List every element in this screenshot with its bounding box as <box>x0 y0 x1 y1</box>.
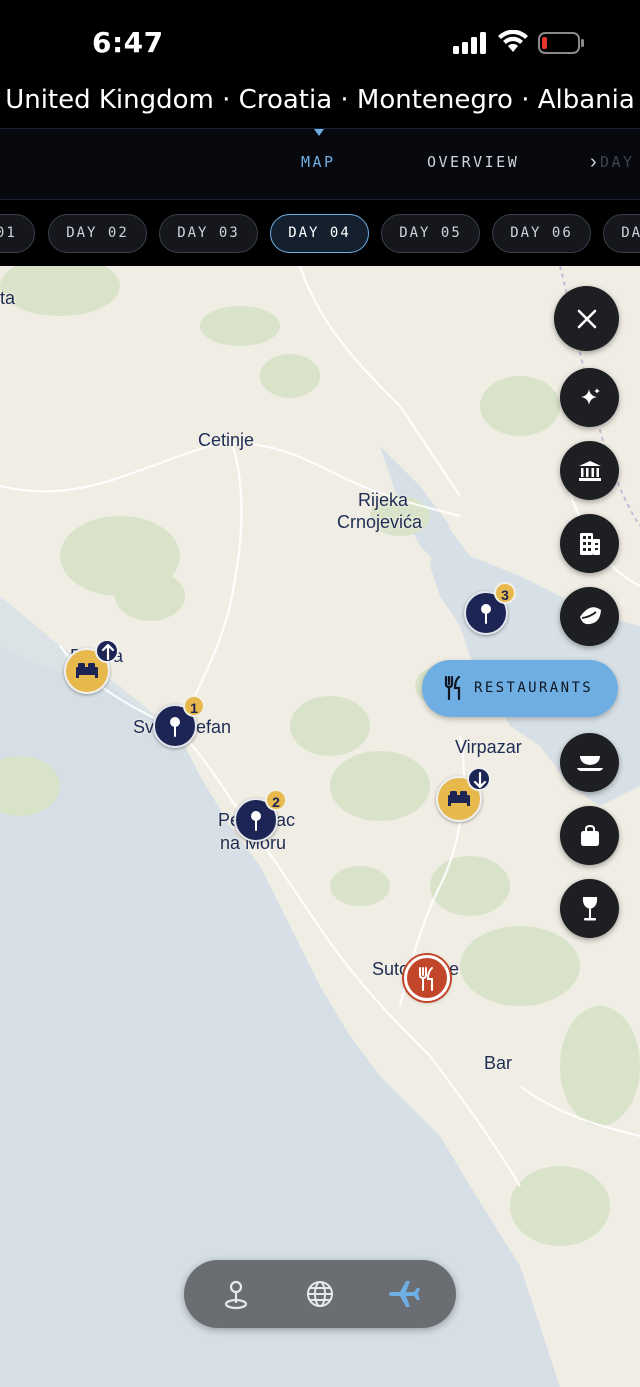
place-label-sutomore-b: e <box>449 959 460 979</box>
airplane-icon <box>389 1281 420 1307</box>
place-label-cetinje: Cetinje <box>198 430 255 450</box>
nav-flights-button[interactable] <box>384 1274 424 1314</box>
place-label-ta: ta <box>0 288 16 308</box>
stop-number-badge-1: 1 <box>183 695 205 717</box>
place-label-rijeka: Rijeka <box>358 490 409 510</box>
chevron-right-icon[interactable]: › <box>590 151 597 174</box>
day-selector: DAY 01 DAY 02 DAY 03 DAY 04 DAY 05 DAY 0… <box>0 200 640 266</box>
restaurant-marker[interactable] <box>404 955 450 1001</box>
day-pill-03[interactable]: DAY 03 <box>159 214 258 253</box>
globe-icon <box>307 1281 333 1307</box>
filter-nature-button[interactable] <box>560 587 619 646</box>
arrow-up-icon <box>95 639 119 663</box>
filter-shopping-button[interactable] <box>560 806 619 865</box>
museum-icon <box>578 460 601 481</box>
battery-icon <box>538 32 584 54</box>
status-time: 6:47 <box>92 26 164 59</box>
day-pill-06[interactable]: DAY 06 <box>492 214 591 253</box>
day-pill-04[interactable]: DAY 04 <box>270 214 369 253</box>
arrow-down-icon <box>467 767 491 791</box>
filter-restaurants-button[interactable]: RESTAURANTS <box>422 660 618 717</box>
location-pin-icon <box>481 604 491 624</box>
fork-knife-icon <box>419 967 433 991</box>
place-label-sveti-b: efan <box>196 717 232 737</box>
filter-museums-button[interactable] <box>560 441 619 500</box>
location-pin-icon <box>224 1280 248 1310</box>
shopping-bag-icon <box>580 824 599 846</box>
place-label-bar: Bar <box>484 1053 513 1073</box>
bed-icon <box>448 791 470 806</box>
day-pill-07[interactable]: DAY 07 <box>603 214 640 253</box>
location-pin-icon <box>170 717 180 737</box>
bottom-navigation <box>184 1260 456 1328</box>
tab-active-indicator <box>314 129 324 136</box>
trip-title: United Kingdom · Croatia · Montenegro · … <box>5 85 635 115</box>
filter-wine-button[interactable] <box>560 879 619 938</box>
cellular-signal-icon <box>453 32 486 54</box>
place-label-virpazar: Virpazar <box>455 737 522 757</box>
nav-location-button[interactable] <box>216 1274 256 1314</box>
status-bar: 6:47 <box>0 0 640 80</box>
sparkle-icon <box>580 387 600 405</box>
stop-number-badge-3: 3 <box>494 582 516 604</box>
filter-hotels-button[interactable] <box>560 514 619 573</box>
day-pill-02[interactable]: DAY 02 <box>48 214 147 253</box>
filter-restaurants-label: RESTAURANTS <box>474 680 594 696</box>
day-pill-05[interactable]: DAY 05 <box>381 214 480 253</box>
filter-cafes-button[interactable] <box>560 733 619 792</box>
place-label-sveti-a: Sv <box>133 717 155 737</box>
bed-icon <box>76 663 98 678</box>
tab-map[interactable]: MAP <box>301 153 336 171</box>
map-base-layer <box>0 266 640 1387</box>
place-label-petrovac-b: ac <box>276 810 296 830</box>
place-label-crnojevica: Crnojevića <box>337 512 423 532</box>
close-filters-button[interactable] <box>554 286 619 351</box>
fork-knife-icon <box>444 676 461 700</box>
day-pill-01[interactable]: DAY 01 <box>0 214 35 253</box>
building-icon <box>579 532 600 555</box>
tab-day[interactable]: DAY <box>600 153 635 171</box>
filter-highlights-button[interactable] <box>560 368 619 427</box>
wifi-icon <box>498 30 528 52</box>
map-view[interactable]: ta Cetinje Rijeka Crnojevića Virpazar Sv… <box>0 266 640 1387</box>
wine-glass-icon <box>582 896 597 920</box>
coffee-cup-icon <box>576 755 603 771</box>
tab-overview[interactable]: OVERVIEW <box>427 153 519 171</box>
leaf-icon <box>579 606 601 624</box>
location-pin-icon <box>251 811 261 831</box>
tab-bar: MAP OVERVIEW DAY › <box>0 128 640 200</box>
nav-globe-button[interactable] <box>300 1274 340 1314</box>
close-icon <box>577 309 596 328</box>
stop-number-badge-2: 2 <box>265 789 287 811</box>
